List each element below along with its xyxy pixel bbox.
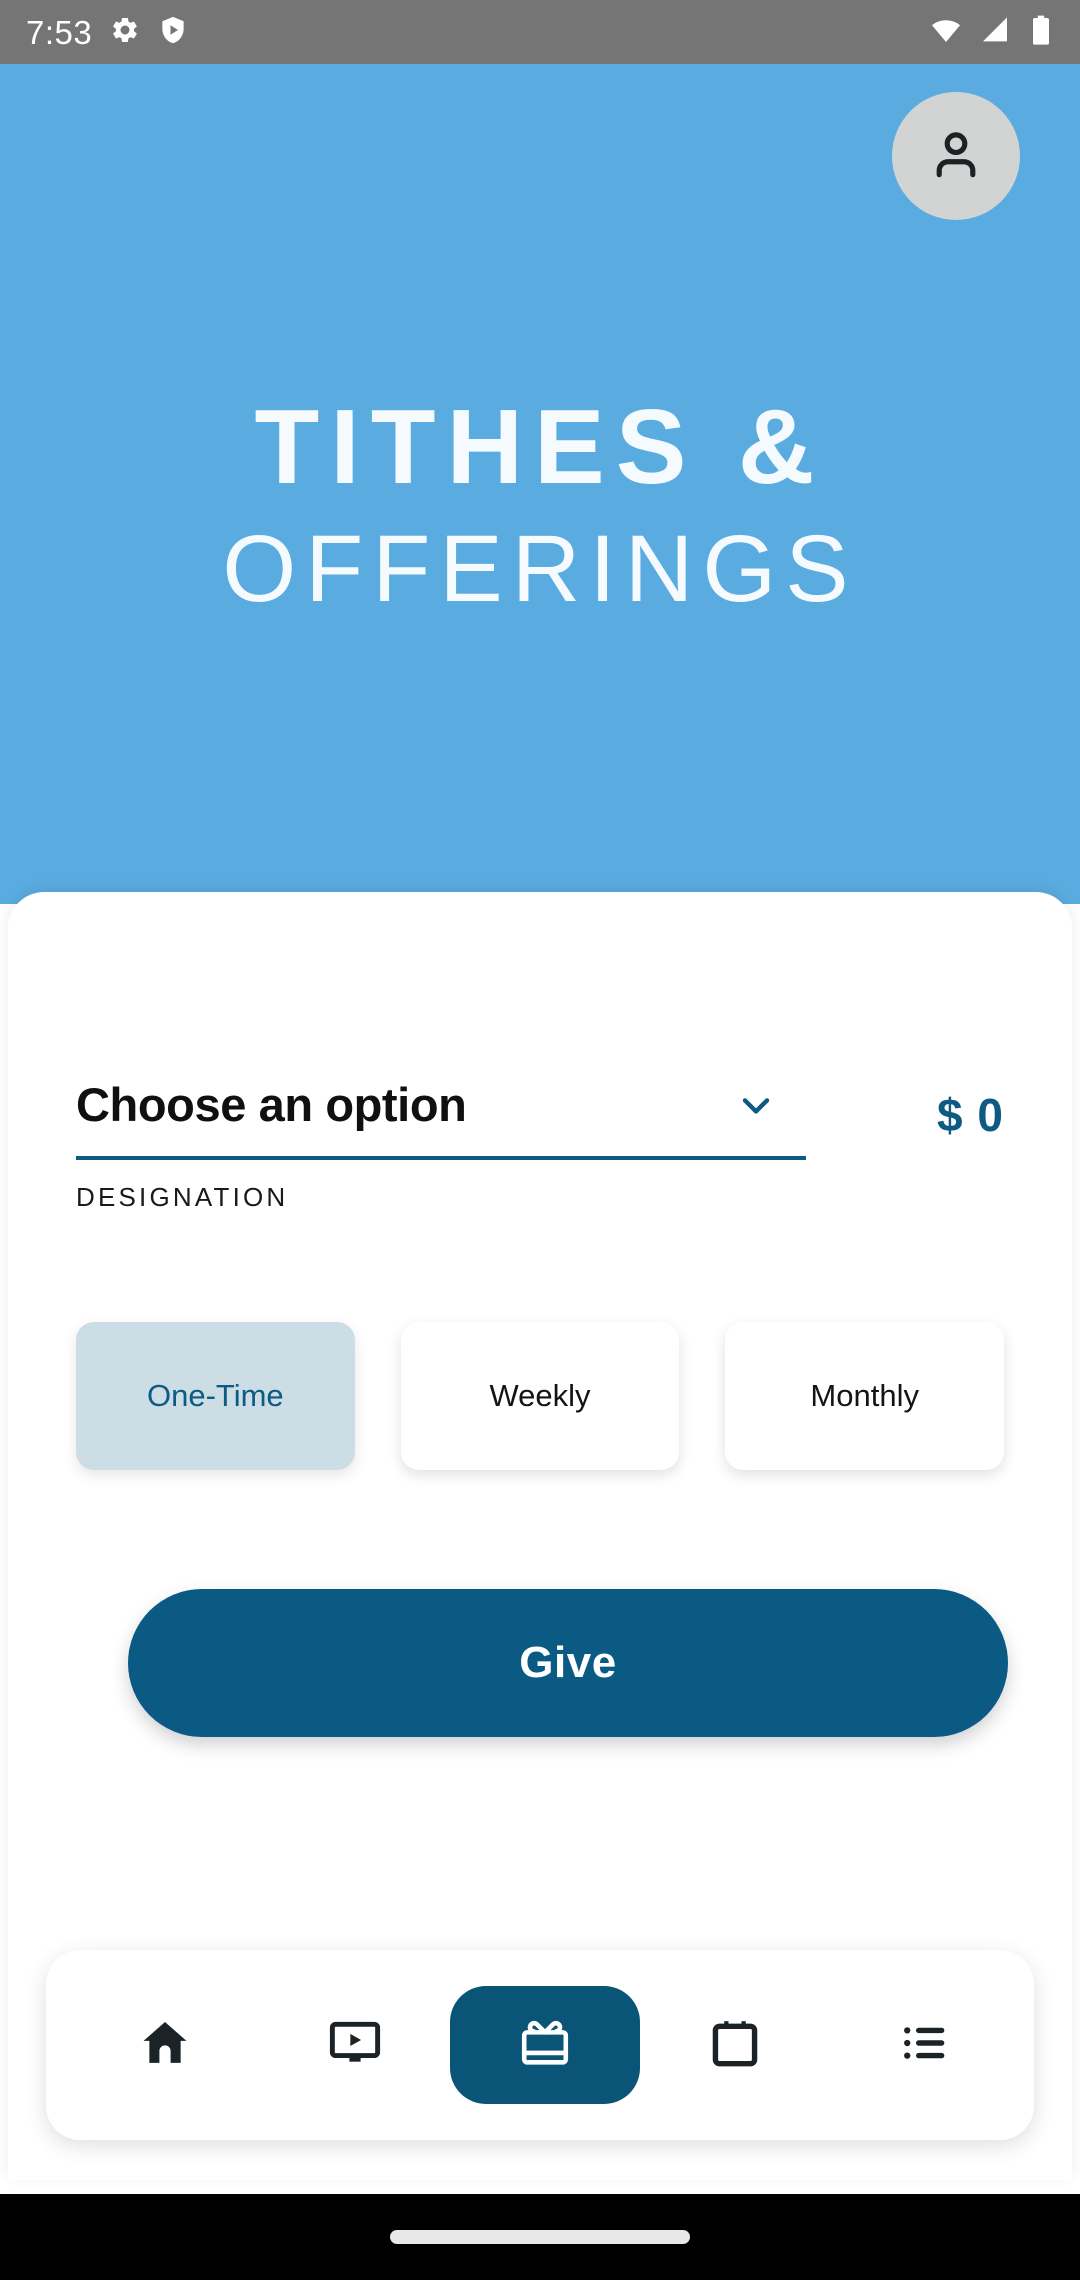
calendar-icon [708, 2016, 762, 2075]
nav-pill-calendar [640, 1986, 830, 2104]
status-bar: 7:53 [0, 0, 1080, 64]
person-icon [925, 123, 987, 190]
designation-block: Choose an option $ 0 DESIGNATION [76, 1077, 1004, 1213]
status-bar-right [930, 14, 1054, 51]
play-protect-icon [158, 15, 188, 50]
nav-pill-home [70, 1986, 260, 2104]
gesture-navigation-bar [0, 2194, 1080, 2280]
gesture-handle[interactable] [390, 2230, 690, 2244]
nav-item-calendar[interactable] [640, 1950, 830, 2140]
give-button[interactable]: Give [128, 1589, 1008, 1737]
nav-pill-giving [450, 1986, 640, 2104]
avatar[interactable] [892, 92, 1020, 220]
frequency-option-weekly[interactable]: Weekly [400, 1322, 680, 1470]
status-bar-clock: 7:53 [26, 13, 93, 51]
nav-item-home[interactable] [70, 1950, 260, 2140]
nav-pill-more [830, 1986, 1020, 2104]
designation-select[interactable]: Choose an option [76, 1077, 806, 1160]
list-icon [898, 2016, 952, 2075]
designation-label: DESIGNATION [76, 1182, 289, 1212]
amount-display[interactable]: $ 0 [937, 1088, 1004, 1160]
chevron-down-icon[interactable] [734, 1083, 778, 1127]
bottom-navigation [46, 1950, 1034, 2140]
nav-item-giving[interactable] [450, 1950, 640, 2140]
wifi-icon [930, 14, 962, 51]
nav-item-more[interactable] [830, 1950, 1020, 2140]
nav-item-media[interactable] [260, 1950, 450, 2140]
app-screen: 7:53 TITHES & OFFERINGS Choose an option… [0, 0, 1080, 2280]
page-title-line-1: TITHES & [254, 388, 826, 506]
frequency-option-one-time[interactable]: One-Time [76, 1322, 355, 1470]
page-title-line-2: OFFERINGS [222, 516, 858, 622]
page-title: TITHES & OFFERINGS [0, 394, 1080, 617]
designation-selected-value: Choose an option [76, 1078, 467, 1131]
home-icon [137, 2015, 193, 2076]
frequency-selector: One-Time Weekly Monthly [76, 1322, 1005, 1470]
frequency-option-monthly[interactable]: Monthly [725, 1322, 1005, 1470]
hero-header: TITHES & OFFERINGS [0, 64, 1080, 904]
cellular-signal-icon [979, 14, 1011, 51]
battery-icon [1028, 14, 1054, 51]
gift-icon [516, 2014, 574, 2077]
giving-form-sheet: Choose an option $ 0 DESIGNATION One-Tim… [8, 892, 1072, 2180]
gear-icon [110, 15, 140, 50]
status-bar-left: 7:53 [26, 15, 188, 50]
nav-pill-media [260, 1986, 450, 2104]
designation-row: Choose an option $ 0 [76, 1077, 1004, 1160]
media-player-icon [327, 2015, 383, 2076]
